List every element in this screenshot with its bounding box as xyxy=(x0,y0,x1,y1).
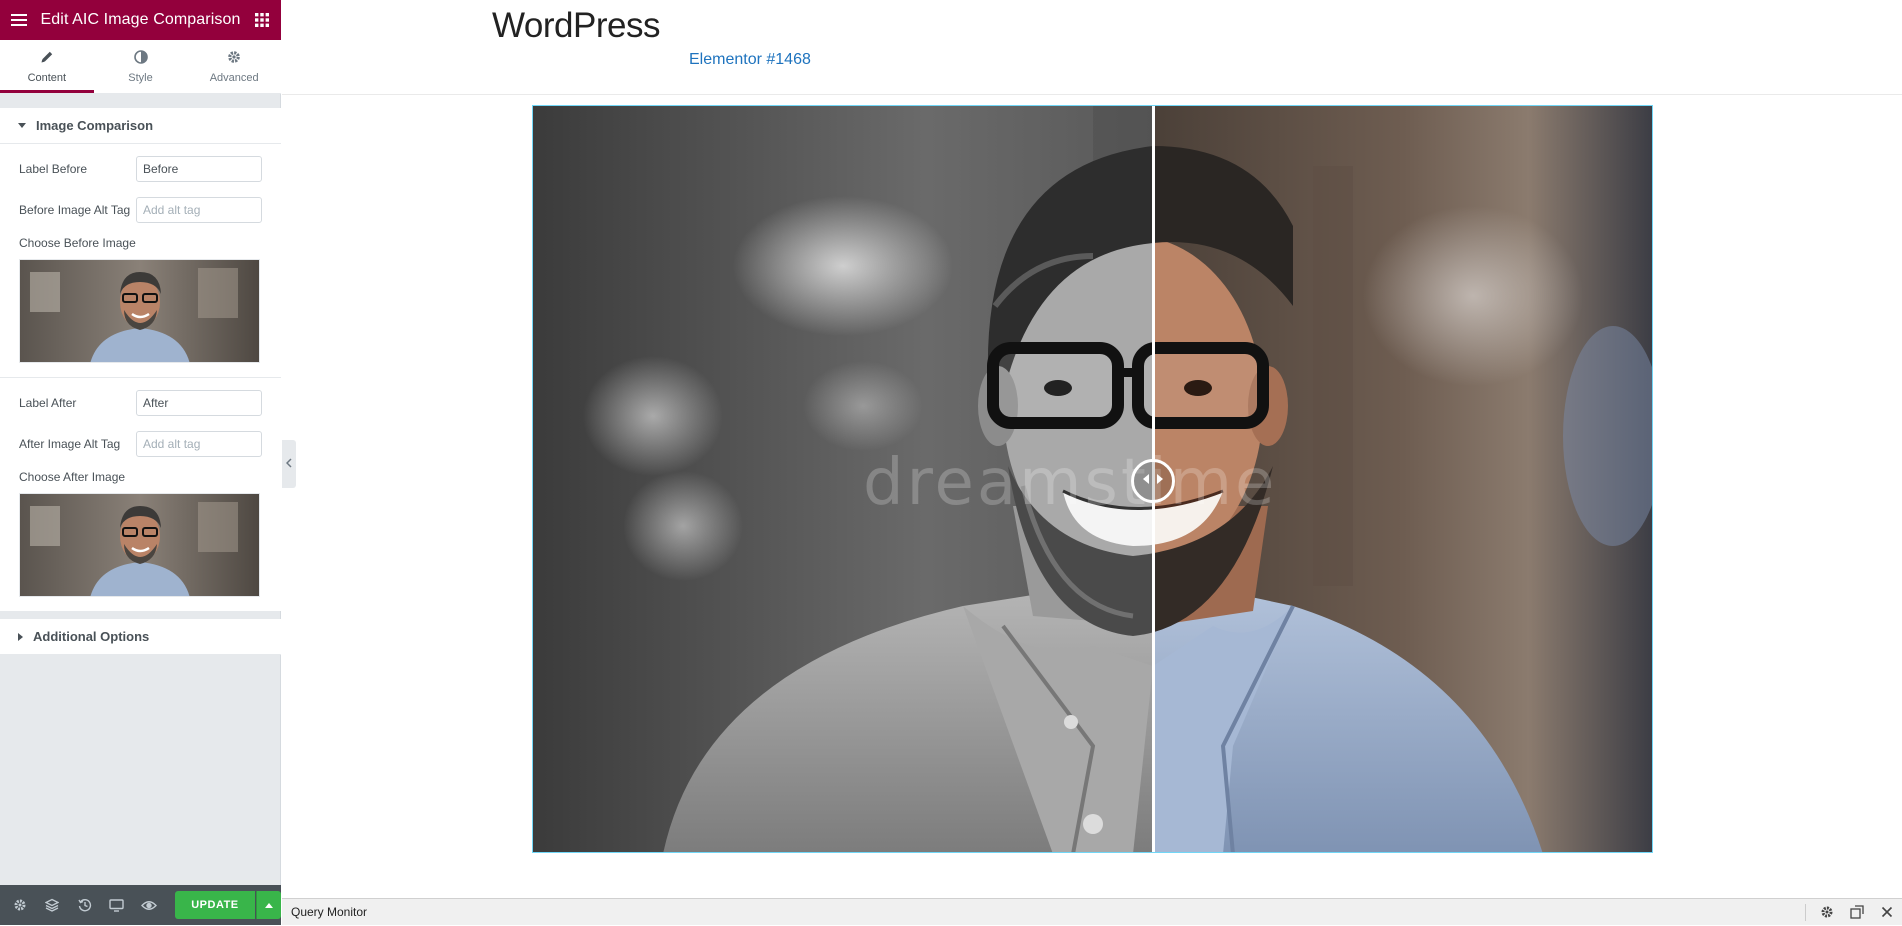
before-alt-input[interactable] xyxy=(136,197,262,223)
qm-toggle-position-icon[interactable] xyxy=(1842,899,1872,926)
panel-tabs: Content Style Advanced xyxy=(0,40,281,94)
caret-up-icon xyxy=(265,903,273,908)
gear-icon xyxy=(227,50,241,67)
panel-title: Edit AIC Image Comparison xyxy=(38,11,243,29)
site-title[interactable]: WordPress xyxy=(492,6,660,46)
section-additional-options-header[interactable]: Additional Options xyxy=(0,619,281,655)
after-image xyxy=(1153,106,1652,852)
tab-style[interactable]: Style xyxy=(94,40,188,93)
divider xyxy=(1805,904,1806,921)
update-options-button[interactable] xyxy=(256,891,281,919)
caret-right-icon xyxy=(18,633,23,641)
before-alt-label: Before Image Alt Tag xyxy=(19,203,130,217)
label-after-label: Label After xyxy=(19,396,76,410)
after-alt-input[interactable] xyxy=(136,431,262,457)
settings-icon[interactable] xyxy=(4,885,36,925)
qm-close-icon[interactable] xyxy=(1872,899,1902,926)
after-image-thumbnail xyxy=(20,494,260,597)
responsive-icon[interactable] xyxy=(101,885,133,925)
panel-body: Image Comparison Label Before Before Ima… xyxy=(0,108,281,655)
panel-collapse-handle[interactable] xyxy=(282,440,296,488)
label-before-label: Label Before xyxy=(19,162,87,176)
after-controls: Label After After Image Alt Tag Choose A… xyxy=(0,377,281,611)
label-before-input[interactable] xyxy=(136,156,262,182)
label-after-row: Label After xyxy=(19,388,262,418)
panel-footer: UPDATE xyxy=(0,885,281,925)
label-before-row: Label Before xyxy=(19,154,262,184)
before-image-picker[interactable] xyxy=(19,259,260,363)
left-right-arrows-icon xyxy=(1141,472,1165,491)
widgets-grid-icon[interactable] xyxy=(243,0,281,40)
section-title: Image Comparison xyxy=(36,118,153,133)
after-alt-label: After Image Alt Tag xyxy=(19,437,120,451)
section-title: Additional Options xyxy=(33,629,149,644)
history-icon[interactable] xyxy=(69,885,101,925)
section-image-comparison-header[interactable]: Image Comparison xyxy=(0,108,281,144)
choose-after-label: Choose After Image xyxy=(19,470,262,484)
panel-header: Edit AIC Image Comparison xyxy=(0,0,281,40)
tab-content[interactable]: Content xyxy=(0,40,94,93)
layers-icon[interactable] xyxy=(36,885,68,925)
editor-panel: Edit AIC Image Comparison Content Style xyxy=(0,0,281,925)
before-controls: Label Before Before Image Alt Tag Choose… xyxy=(0,144,281,377)
label-after-input[interactable] xyxy=(136,390,262,416)
before-image-thumbnail xyxy=(20,260,260,363)
after-alt-row: After Image Alt Tag xyxy=(19,429,262,459)
before-image xyxy=(533,106,1153,852)
tab-advanced[interactable]: Advanced xyxy=(187,40,281,93)
query-monitor-bar: Query Monitor xyxy=(282,898,1902,925)
before-alt-row: Before Image Alt Tag xyxy=(19,195,262,225)
tab-advanced-label: Advanced xyxy=(210,72,259,84)
pencil-icon xyxy=(40,50,54,67)
qm-settings-icon[interactable] xyxy=(1812,899,1842,926)
after-image-picker[interactable] xyxy=(19,493,260,597)
tab-content-label: Content xyxy=(28,72,67,84)
chevron-left-icon xyxy=(286,455,292,473)
comparison-slider-handle[interactable] xyxy=(1131,459,1175,503)
choose-before-label: Choose Before Image xyxy=(19,236,262,250)
tab-style-label: Style xyxy=(128,72,152,84)
query-monitor-label[interactable]: Query Monitor xyxy=(282,905,1805,919)
image-comparison-widget[interactable]: dreamstime xyxy=(532,105,1653,853)
site-header: WordPress Elementor #1468 xyxy=(282,0,1902,95)
page-link[interactable]: Elementor #1468 xyxy=(689,51,811,69)
preview-eye-icon[interactable] xyxy=(133,885,165,925)
update-button[interactable]: UPDATE xyxy=(175,891,254,919)
hamburger-menu-icon[interactable] xyxy=(0,0,38,40)
caret-down-icon xyxy=(18,123,26,128)
half-circle-icon xyxy=(134,50,148,67)
